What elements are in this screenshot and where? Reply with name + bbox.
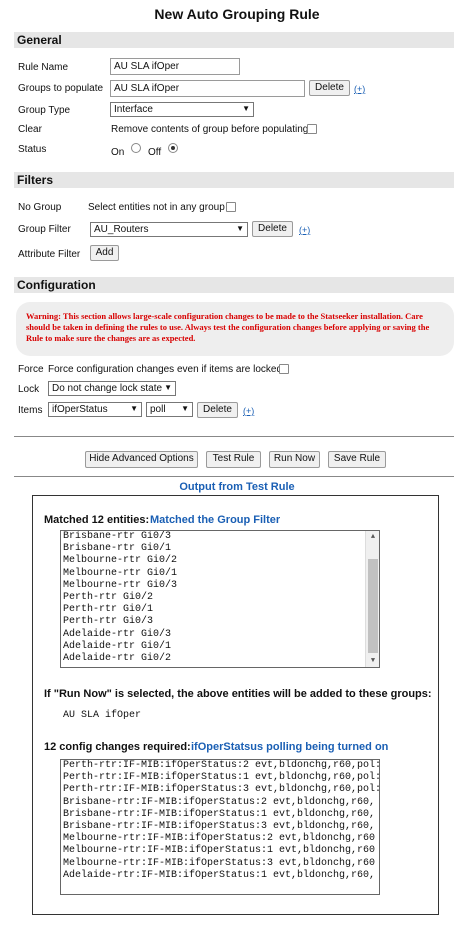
list-item[interactable]: Perth-rtr:IF-MIB:ifOperStatus:1 evt,bldo…	[61, 772, 379, 784]
group-type-label: Group Type	[18, 105, 71, 116]
changes-label: 12 config changes required:	[44, 741, 191, 753]
list-item[interactable]: Melbourne-rtr:IF-MIB:ifOperStatus:1 evt,…	[61, 845, 379, 857]
items-value: ifOperStatus	[52, 404, 108, 415]
divider	[14, 436, 454, 437]
force-text: Force configuration changes even if item…	[48, 364, 283, 375]
chevron-down-icon: ▼	[236, 224, 244, 233]
groups-to-populate-input[interactable]: AU SLA ifOper	[110, 80, 305, 97]
chevron-down-icon: ▼	[130, 404, 138, 413]
list-item[interactable]: Adelaide-rtr Gi0/3	[61, 629, 379, 641]
items-delete-button[interactable]: Delete	[197, 402, 238, 418]
group-filter-value: AU_Routers	[94, 224, 149, 235]
status-label: Status	[18, 144, 47, 155]
list-item[interactable]: Perth-rtr Gi0/1	[61, 604, 379, 616]
chevron-down-icon: ▼	[181, 404, 189, 413]
section-general-header: General	[14, 32, 454, 48]
status-off-radio[interactable]	[168, 143, 178, 153]
items-add-link[interactable]: (+)	[243, 406, 254, 416]
items-mode-select[interactable]: poll ▼	[146, 402, 193, 417]
items-mode-value: poll	[150, 404, 166, 415]
output-heading: Output from Test Rule	[179, 481, 295, 493]
rule-name-input[interactable]: AU SLA ifOper	[110, 58, 240, 75]
clear-label: Clear	[18, 124, 42, 135]
list-item[interactable]: Perth-rtr Gi0/3	[61, 616, 379, 628]
hide-advanced-options-button[interactable]: Hide Advanced Options	[85, 451, 198, 468]
no-group-label: No Group	[18, 202, 62, 213]
lock-label: Lock	[18, 384, 40, 395]
list-item[interactable]: Perth-rtr Gi0/2	[61, 592, 379, 604]
force-label: Force	[18, 364, 44, 375]
configuration-warning: Warning: This section allows large-scale…	[16, 302, 454, 356]
list-item[interactable]: Brisbane-rtr Gi0/3	[61, 531, 379, 543]
lock-value: Do not change lock state	[52, 383, 163, 394]
list-item[interactable]: Brisbane-rtr:IF-MIB:ifOperStatus:1 evt,b…	[61, 809, 379, 821]
test-rule-button[interactable]: Test Rule	[206, 451, 261, 468]
run-now-explanation: If "Run Now" is selected, the above enti…	[44, 688, 432, 700]
list-item[interactable]: Perth-rtr:IF-MIB:ifOperStatus:2 evt,bldo…	[61, 760, 379, 772]
scroll-down-icon[interactable]: ▼	[366, 657, 379, 665]
config-changes-list[interactable]: Perth-rtr:IF-MIB:ifOperStatus:2 evt,bldo…	[60, 759, 380, 895]
status-off-label: Off	[148, 147, 162, 158]
section-configuration-header: Configuration	[14, 277, 454, 293]
list-item[interactable]: Melbourne-rtr Gi0/1	[61, 568, 379, 580]
save-rule-button[interactable]: Save Rule	[328, 451, 386, 468]
group-added: AU SLA ifOper	[63, 710, 142, 721]
scrollbar[interactable]: ▲ ▼	[365, 531, 379, 667]
list-item[interactable]: Adelaide-rtr Gi0/2	[61, 653, 379, 665]
no-group-checkbox[interactable]	[226, 202, 236, 212]
changes-note: ifOperStatsus polling being turned on	[191, 741, 389, 753]
list-item[interactable]: Melbourne-rtr:IF-MIB:ifOperStatus:3 evt,…	[61, 858, 379, 870]
matched-entities-list[interactable]: Brisbane-rtr Gi0/3 Brisbane-rtr Gi0/1 Melb…	[60, 530, 380, 668]
list-item[interactable]: Melbourne-rtr:IF-MIB:ifOperStatus:2 evt,…	[61, 833, 379, 845]
groups-delete-button[interactable]: Delete	[309, 80, 350, 96]
status-on-radio[interactable]	[131, 143, 141, 153]
force-checkbox[interactable]	[279, 364, 289, 374]
lock-select[interactable]: Do not change lock state ▼	[48, 381, 176, 396]
list-item[interactable]: Melbourne-rtr Gi0/3	[61, 580, 379, 592]
list-item[interactable]: Brisbane-rtr Gi0/1	[61, 543, 379, 555]
list-item[interactable]: Brisbane-rtr:IF-MIB:ifOperStatus:3 evt,b…	[61, 821, 379, 833]
group-filter-add-link[interactable]: (+)	[299, 225, 310, 235]
divider	[14, 476, 454, 477]
clear-text: Remove contents of group before populati…	[111, 124, 309, 135]
matched-note: Matched the Group Filter	[150, 514, 281, 526]
group-type-value: Interface	[114, 104, 153, 115]
clear-checkbox[interactable]	[307, 124, 317, 134]
matched-label: Matched 12 entities:	[44, 514, 150, 526]
group-type-select[interactable]: Interface ▼	[110, 102, 254, 117]
scrollbar-thumb[interactable]	[368, 559, 378, 653]
status-on-label: On	[111, 147, 125, 158]
groups-to-populate-label: Groups to populate	[18, 83, 104, 94]
list-item[interactable]: Perth-rtr:IF-MIB:ifOperStatus:3 evt,bldo…	[61, 784, 379, 796]
list-item[interactable]: Brisbane-rtr:IF-MIB:ifOperStatus:2 evt,b…	[61, 797, 379, 809]
group-filter-label: Group Filter	[18, 224, 71, 235]
rule-name-label: Rule Name	[18, 62, 69, 73]
group-filter-delete-button[interactable]: Delete	[252, 221, 293, 237]
group-filter-select[interactable]: AU_Routers ▼	[90, 222, 248, 237]
page-title: New Auto Grouping Rule	[154, 6, 320, 22]
list-item[interactable]: Adelaide-rtr:IF-MIB:ifOperStatus:1 evt,b…	[61, 870, 379, 882]
run-now-button[interactable]: Run Now	[269, 451, 320, 468]
items-select[interactable]: ifOperStatus ▼	[48, 402, 142, 417]
attribute-filter-add-button[interactable]: Add	[90, 245, 119, 261]
list-item[interactable]: Melbourne-rtr Gi0/2	[61, 555, 379, 567]
items-label: Items	[18, 405, 43, 416]
scroll-up-icon[interactable]: ▲	[366, 533, 379, 541]
no-group-text: Select entities not in any group	[88, 202, 225, 213]
attribute-filter-label: Attribute Filter	[18, 249, 81, 260]
chevron-down-icon: ▼	[242, 104, 250, 113]
section-filters-header: Filters	[14, 172, 454, 188]
groups-add-link[interactable]: (+)	[354, 84, 365, 94]
chevron-down-icon: ▼	[164, 383, 172, 392]
list-item[interactable]: Adelaide-rtr Gi0/1	[61, 641, 379, 653]
